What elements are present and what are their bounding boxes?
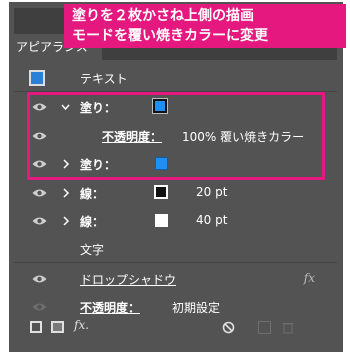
highlight-box — [27, 92, 325, 180]
visibility-eye-icon[interactable] — [32, 216, 47, 226]
callout-line-2: モードを覆い焼きカラーに変更 — [72, 28, 268, 44]
stroke-row-1[interactable]: 線： 20 pt — [14, 180, 337, 206]
chevron-right-icon[interactable] — [61, 187, 70, 199]
object-type-row: テキスト — [14, 65, 337, 91]
duplicate-item-icon — [258, 321, 271, 334]
stroke-label: 線： — [80, 215, 105, 229]
add-new-fill-icon[interactable] — [51, 321, 64, 333]
text-object-icon — [29, 70, 45, 86]
add-new-stroke-icon[interactable] — [30, 321, 42, 333]
chevron-right-icon[interactable] — [61, 215, 70, 227]
visibility-eye-icon[interactable] — [32, 274, 47, 284]
clear-appearance-icon[interactable] — [222, 321, 235, 334]
visibility-eye-icon — [32, 303, 47, 311]
trash-icon — [282, 323, 294, 334]
callout-line-1: 塗りを２枚かさね上側の描画 — [72, 8, 254, 24]
add-new-effect-icon[interactable]: fx. — [74, 318, 89, 332]
divider — [14, 262, 337, 263]
stroke-swatch[interactable] — [155, 214, 168, 227]
characters-label: 文字 — [80, 243, 105, 257]
stroke-label: 線： — [80, 187, 105, 201]
effect-fx-icon[interactable]: fx — [304, 271, 315, 285]
visibility-eye-icon[interactable] — [32, 188, 47, 198]
stroke-weight: 40 pt — [196, 213, 228, 227]
drop-shadow-row[interactable]: ドロップシャドウ fx — [14, 266, 337, 292]
object-type-label: テキスト — [80, 72, 128, 86]
drop-shadow-link[interactable]: ドロップシャドウ — [80, 271, 176, 288]
annotation-callout: 塗りを２枚かさね上側の描画 モードを覆い焼きカラーに変更 — [64, 4, 346, 48]
stroke-swatch[interactable] — [154, 185, 168, 199]
stroke-weight: 20 pt — [196, 185, 228, 199]
characters-row[interactable]: 文字 — [14, 236, 337, 262]
panel-bottom-toolbar: fx. — [14, 314, 337, 342]
stroke-row-2[interactable]: 線： 40 pt — [14, 208, 337, 234]
